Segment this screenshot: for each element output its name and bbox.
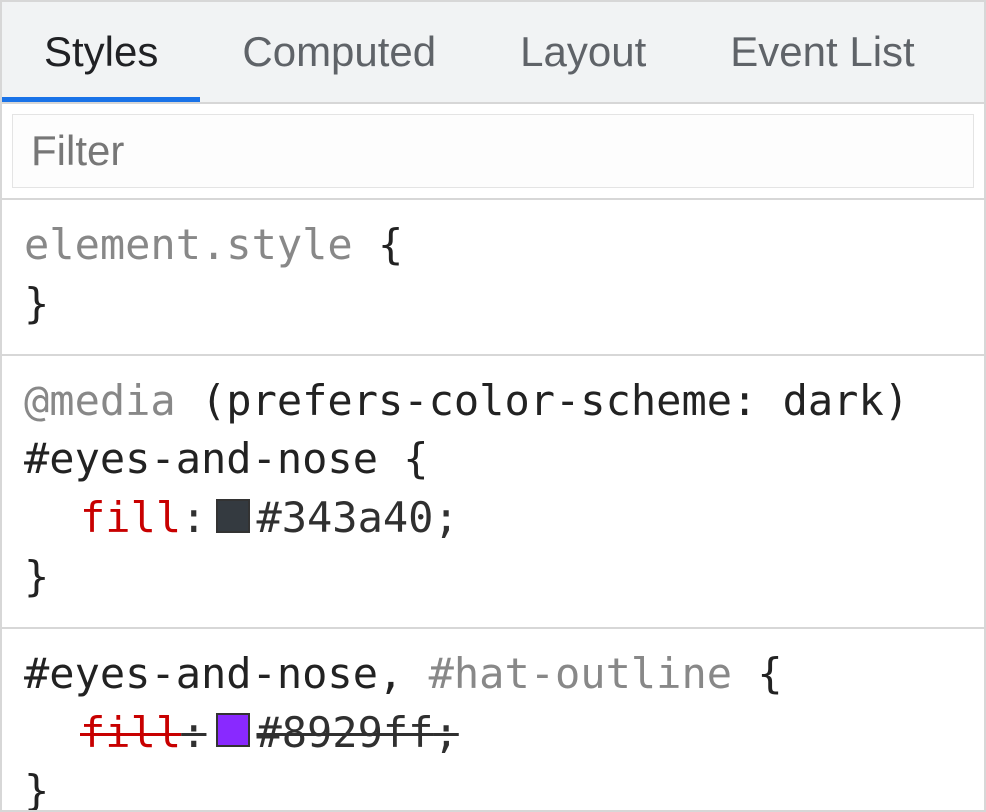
property-name[interactable]: fill [80, 489, 181, 548]
declaration-fill-overridden[interactable]: fill: #8929ff; [24, 704, 962, 763]
declaration-fill[interactable]: fill: #343a40; [24, 489, 962, 548]
rule-element-style[interactable]: element.style { } [2, 200, 984, 356]
selector: #eyes-and-nose [24, 434, 378, 483]
selector: element.style [24, 220, 353, 269]
semicolon: ; [433, 489, 458, 548]
rules-list: element.style { } @media (prefers-color-… [2, 200, 984, 810]
color-swatch-icon[interactable] [216, 713, 250, 747]
colon: : [181, 489, 206, 548]
close-brace: } [24, 275, 962, 334]
selector-line[interactable]: #eyes-and-nose { [24, 430, 962, 489]
close-brace: } [24, 762, 962, 810]
devtools-styles-panel: Styles Computed Layout Event List elemen… [0, 0, 986, 812]
tab-computed[interactable]: Computed [200, 2, 478, 102]
media-query: (prefers-color-scheme: dark) [176, 376, 909, 425]
selector-line[interactable]: element.style { [24, 216, 962, 275]
close-brace: } [24, 548, 962, 607]
selector-line[interactable]: #eyes-and-nose, #hat-outline { [24, 645, 962, 704]
filter-bar [2, 104, 984, 200]
selector-b: #hat-outline [429, 649, 732, 698]
colon: : [181, 704, 206, 763]
property-value[interactable]: #343a40 [256, 489, 433, 548]
tab-styles[interactable]: Styles [2, 2, 200, 102]
media-line[interactable]: @media (prefers-color-scheme: dark) [24, 372, 962, 431]
tab-layout[interactable]: Layout [478, 2, 688, 102]
semicolon: ; [433, 704, 458, 763]
tab-bar: Styles Computed Layout Event List [2, 2, 984, 104]
rule-media-dark[interactable]: @media (prefers-color-scheme: dark) #eye… [2, 356, 984, 629]
property-name[interactable]: fill [80, 704, 181, 763]
comma: , [378, 649, 429, 698]
open-brace: { [378, 434, 429, 483]
property-value[interactable]: #8929ff [256, 704, 433, 763]
tab-event-listeners[interactable]: Event List [688, 2, 956, 102]
selector-a: #eyes-and-nose [24, 649, 378, 698]
rule-eyes-hat[interactable]: #eyes-and-nose, #hat-outline { fill: #89… [2, 629, 984, 810]
color-swatch-icon[interactable] [216, 499, 250, 533]
open-brace: { [732, 649, 783, 698]
media-keyword: @media [24, 376, 176, 425]
open-brace: { [353, 220, 404, 269]
filter-input[interactable] [12, 114, 974, 188]
